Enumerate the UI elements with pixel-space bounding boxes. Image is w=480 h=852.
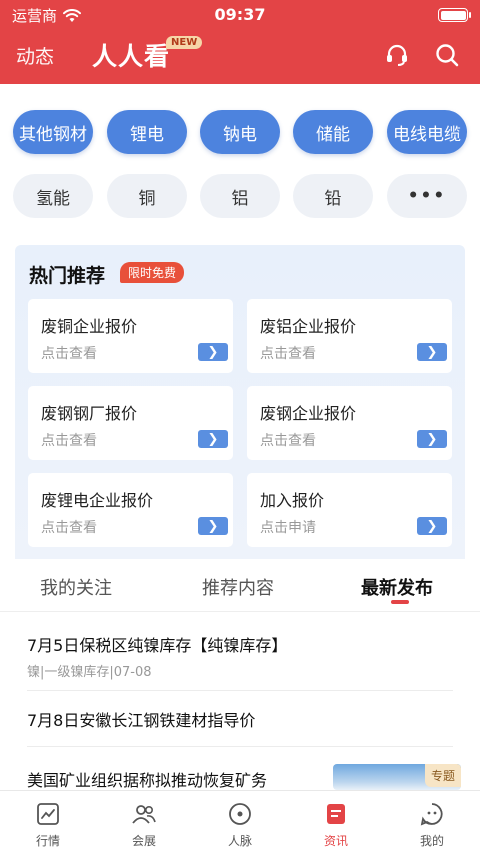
profile-icon <box>420 803 443 826</box>
card-subtitle: 点击查看 <box>41 346 97 362</box>
tab-following[interactable]: 我的关注 <box>40 574 112 600</box>
join-quote-card[interactable]: 加入报价 点击申请 ❯ <box>247 473 452 547</box>
top-nav: 动态 人人看 NEW <box>0 34 480 78</box>
quote-card-steel-mill[interactable]: 废钢钢厂报价 点击查看 ❯ <box>28 386 233 460</box>
nav-contacts[interactable]: 人脉 <box>192 791 288 852</box>
chevron-right-icon[interactable]: ❯ <box>198 430 228 448</box>
card-title: 废锂电企业报价 <box>41 491 154 510</box>
status-time: 09:37 <box>214 5 266 24</box>
quote-card-copper[interactable]: 废铜企业报价 点击查看 ❯ <box>28 299 233 373</box>
free-badge: 限时免费 <box>120 262 185 283</box>
card-subtitle: 点击查看 <box>260 433 316 449</box>
chip-aluminum[interactable]: 铝 <box>200 174 280 218</box>
battery-icon <box>438 8 471 22</box>
chip-sodium[interactable]: 钠电 <box>200 110 280 154</box>
nav-profile[interactable]: 我的 <box>384 791 480 852</box>
card-subtitle: 点击查看 <box>41 433 97 449</box>
nav-label: 我的 <box>419 834 444 848</box>
card-subtitle: 点击查看 <box>41 520 97 536</box>
chip-lithium[interactable]: 锂电 <box>107 110 187 154</box>
tab-recommended[interactable]: 推荐内容 <box>202 574 274 600</box>
card-title: 废钢企业报价 <box>260 404 357 423</box>
tab-dynamic[interactable]: 动态 <box>16 42 54 69</box>
chip-other-steel[interactable]: 其他钢材 <box>13 110 93 154</box>
card-title: 废铝企业报价 <box>260 317 357 336</box>
topic-tag: 专题 <box>424 764 461 787</box>
chevron-right-icon[interactable]: ❯ <box>417 343 447 361</box>
tab-brand[interactable]: 人人看 <box>92 37 170 73</box>
people-icon <box>132 805 156 824</box>
divider <box>27 746 453 747</box>
chevron-right-icon[interactable]: ❯ <box>198 343 228 361</box>
app-header: 运营商 09:37 动态 人人看 NEW <box>0 0 480 84</box>
new-badge: NEW <box>166 36 203 49</box>
quote-card-steel-enterprise[interactable]: 废钢企业报价 点击查看 ❯ <box>247 386 452 460</box>
search-icon[interactable] <box>432 40 462 70</box>
category-chips: 其他钢材 锂电 钠电 储能 电线电缆 氢能 铜 铝 铅 ••• <box>0 84 480 234</box>
nav-market[interactable]: 行情 <box>0 791 96 852</box>
chevron-right-icon[interactable]: ❯ <box>417 430 447 448</box>
hot-recommend-title: 热门推荐 <box>29 265 106 287</box>
nav-exhibition[interactable]: 会展 <box>96 791 192 852</box>
quote-card-aluminum[interactable]: 废铝企业报价 点击查看 ❯ <box>247 299 452 373</box>
card-title: 废钢钢厂报价 <box>41 404 138 423</box>
divider <box>27 690 453 691</box>
nav-news[interactable]: 资讯 <box>288 791 384 852</box>
chart-icon <box>37 803 59 825</box>
news-thumbnail[interactable]: 专题 <box>333 764 461 790</box>
chip-cable[interactable]: 电线电缆 <box>387 110 467 154</box>
content-tabs: 我的关注 推荐内容 最新发布 <box>0 560 480 612</box>
news-icon <box>327 804 345 824</box>
chevron-right-icon[interactable]: ❯ <box>417 517 447 535</box>
nav-label: 会展 <box>131 834 156 848</box>
news-title-3[interactable]: 美国矿业组织据称拟推动恢复矿务 <box>27 767 267 791</box>
nav-label: 人脉 <box>227 834 252 848</box>
news-title-2[interactable]: 7月8日安徽长江钢铁建材指导价 <box>27 707 255 731</box>
quote-card-lithium[interactable]: 废锂电企业报价 点击查看 ❯ <box>28 473 233 547</box>
chevron-right-icon[interactable]: ❯ <box>198 517 228 535</box>
card-subtitle: 点击查看 <box>260 346 316 362</box>
tab-latest[interactable]: 最新发布 <box>361 574 433 600</box>
chip-copper[interactable]: 铜 <box>107 174 187 218</box>
status-bar: 运营商 09:37 <box>0 0 480 30</box>
card-title: 废铜企业报价 <box>41 317 138 336</box>
chip-hydrogen[interactable]: 氢能 <box>13 174 93 218</box>
nav-label: 行情 <box>35 834 60 848</box>
card-subtitle: 点击申请 <box>260 520 316 536</box>
chip-lead[interactable]: 铅 <box>293 174 373 218</box>
nav-label: 资讯 <box>323 834 348 848</box>
card-title: 加入报价 <box>260 491 325 510</box>
chip-storage[interactable]: 储能 <box>293 110 373 154</box>
headset-icon[interactable] <box>382 40 412 70</box>
hot-recommend-panel: 热门推荐 限时免费 废铜企业报价 点击查看 ❯ 废铝企业报价 点击查看 ❯ 废钢… <box>15 245 465 559</box>
compass-icon <box>229 803 251 825</box>
news-meta-1: 镍|一级镍库存|07-08 <box>27 665 152 680</box>
active-tab-indicator <box>391 600 409 604</box>
bottom-nav: 行情 会展 人脉 资讯 我的 <box>0 790 480 852</box>
news-title-1[interactable]: 7月5日保税区纯镍库存【纯镍库存】 <box>27 632 287 656</box>
more-categories-button[interactable]: ••• <box>387 174 467 218</box>
